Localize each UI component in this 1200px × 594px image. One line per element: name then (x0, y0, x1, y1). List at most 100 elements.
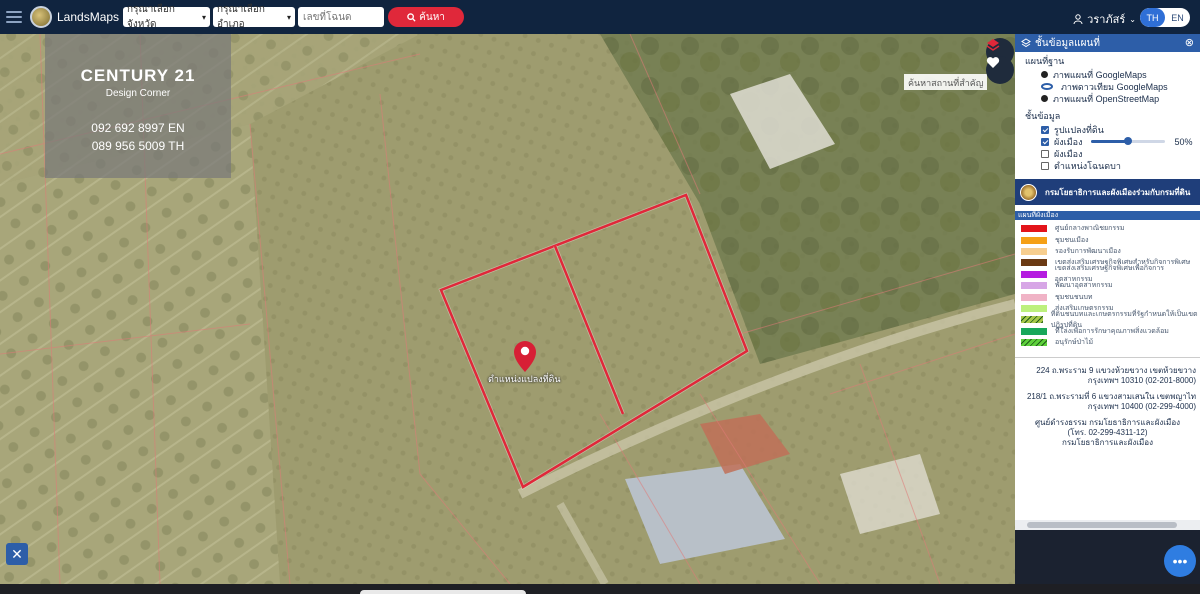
legend-swatch (1021, 316, 1043, 324)
district-select[interactable]: กรุณาเลือกอำเภอ ▾ (213, 4, 296, 30)
basemap-option-openstreetmap[interactable]: ภาพแผนที่ OpenStreetMap (1015, 92, 1200, 104)
close-icon[interactable]: ⊗ (1185, 36, 1194, 49)
legend-swatch (1021, 236, 1047, 244)
basemap-option-satellite[interactable]: ภาพดาวเทียม GoogleMaps (1015, 80, 1200, 92)
taskbar-search-pill[interactable] (360, 590, 526, 594)
legend-swatch (1021, 247, 1047, 255)
zoning-legend: ศูนย์กลางพาณิชยกรรมชุมชนเมืองรองรับการพั… (1015, 223, 1200, 348)
legend-swatch (1021, 225, 1047, 233)
opacity-slider-handle[interactable] (1124, 137, 1133, 145)
address-1: 224 ถ.พระราม 9 แขวงห้วยขวาง เขตห้วยขวาง … (1036, 366, 1196, 386)
legend-item: อนุรักษ์ป่าไม้ (1015, 337, 1200, 348)
layer-option-deed-location[interactable]: ตำแหน่งโฉนดบา (1015, 159, 1200, 171)
legend-swatch (1021, 259, 1047, 267)
district-select-label: กรุณาเลือกอำเภอ (217, 4, 265, 30)
watermark-brand: CENTURY 21 (80, 66, 196, 85)
layer-label: ตำแหน่งโฉนดบา (1054, 160, 1121, 171)
agency-watermark: CENTURY 21 Design Corner 092 692 8997 EN… (45, 34, 231, 178)
checkbox-checked[interactable] (1041, 125, 1049, 134)
checkbox[interactable] (1041, 161, 1049, 170)
address-2: 218/1 ถ.พระรามที่ 6 แขวงสามเสนใน เขตพญาไ… (1026, 392, 1196, 412)
watermark-phone-th: 089 956 5009 TH (91, 139, 185, 153)
contact-center: ศูนย์ดำรงธรรม กรมโยธาธิการและผังเมือง (1034, 418, 1181, 428)
panel-title: ชั้นข้อมูลแผนที่ (1035, 37, 1100, 49)
legend-item: ชุมชนชนบท (1015, 291, 1200, 302)
layer-option-cityplan-2[interactable]: ผังเมือง (1015, 147, 1200, 159)
panel-header: ชั้นข้อมูลแผนที่ ⊗ (1015, 34, 1200, 52)
chevron-down-icon: ⌄ (1129, 14, 1136, 24)
marker-label: ตำแหน่งแปลงที่ดิน (488, 374, 561, 384)
legend-label: ศูนย์กลางพาณิชยกรรม (1055, 225, 1125, 233)
opacity-slider[interactable] (1091, 137, 1166, 145)
legend-swatch (1021, 293, 1047, 301)
contact-department: กรมโยธาธิการและผังเมือง (1062, 438, 1153, 448)
app-name: LandsMaps (57, 10, 120, 24)
legend-label: ที่โล่งเพื่อการรักษาคุณภาพสิ่งแวดล้อม (1055, 327, 1169, 335)
layer-option-cityplan[interactable]: ผังเมือง 50% (1015, 135, 1200, 147)
basemap-label: ภาพแผนที่ OpenStreetMap (1053, 93, 1160, 104)
chat-button[interactable]: ••• (1164, 545, 1196, 577)
layers-section-label: ชั้นข้อมูล (1025, 111, 1061, 121)
department-banner: กรมโยธาธิการและผังเมืองร่วมกับกรมที่ดิน (1015, 179, 1200, 205)
legend-item: ศูนย์กลางพาณิชยกรรม (1015, 223, 1200, 234)
watermark-subtitle: Design Corner (105, 88, 171, 99)
legend-label: ชุมชนเมือง (1055, 236, 1089, 244)
legend-swatch (1021, 282, 1047, 290)
layer-option-parcel[interactable]: รูปแปลงที่ดิน (1015, 123, 1200, 135)
radio-button[interactable] (1041, 95, 1048, 102)
os-taskbar (0, 584, 1200, 594)
landsmaps-logo[interactable] (30, 6, 52, 28)
checkbox[interactable] (1041, 149, 1049, 158)
search-button[interactable]: ค้นหา (388, 7, 465, 27)
deed-number-input[interactable] (298, 7, 385, 27)
map-layers-panel: ชั้นข้อมูลแผนที่ ⊗ แผนที่ฐาน ภาพแผนที่ G… (1015, 34, 1200, 584)
favorite-button[interactable] (986, 56, 1014, 84)
chevron-down-icon: ▾ (202, 12, 207, 22)
legend-item: รองรับการพัฒนาเมือง (1015, 246, 1200, 257)
user-icon (1073, 14, 1083, 24)
contact-phone: (โทร. 02-299-4311-12) (1067, 428, 1148, 438)
legend-label: อนุรักษ์ป่าไม้ (1055, 339, 1094, 347)
legend-swatch (1021, 270, 1047, 278)
legend-swatch (1021, 327, 1047, 335)
legend-item: เขตส่งเสริมเศรษฐกิจพิเศษเพื่อกิจการอุตสา… (1015, 265, 1200, 283)
tools-icon: ✕ (11, 545, 23, 562)
department-banner-text: กรมโยธาธิการและผังเมืองร่วมกับกรมที่ดิน (1045, 187, 1191, 197)
layers-icon (986, 39, 1000, 51)
legend-swatch (1021, 304, 1047, 312)
province-select-label: กรุณาเลือกจังหวัด (127, 4, 175, 30)
more-dots-icon: ••• (1172, 553, 1188, 569)
language-toggle[interactable]: TH EN (1140, 8, 1190, 27)
place-search-input[interactable]: ค้นหาสถานที่สำคัญ (904, 74, 988, 90)
chevron-down-icon: ▾ (287, 12, 292, 22)
opacity-slider-fill (1091, 140, 1129, 143)
landsmaps-app: LandsMaps กรุณาเลือกจังหวัด ▾ กรุณาเลือก… (0, 0, 1200, 594)
lang-en[interactable]: EN (1165, 8, 1190, 27)
lang-th[interactable]: TH (1140, 8, 1165, 27)
legend-label: ชุมชนชนบท (1055, 293, 1093, 301)
legend-item: ชุมชนเมือง (1015, 234, 1200, 245)
department-seal-icon (1020, 183, 1037, 201)
basemap-section-label: แผนที่ฐาน (1025, 56, 1065, 66)
user-name: วราภัสร์ (1087, 14, 1126, 26)
panel-horizontal-scrollbar[interactable] (1015, 520, 1200, 530)
scrollbar-thumb[interactable] (1027, 522, 1177, 528)
search-button-label: ค้นหา (419, 11, 445, 23)
radio-button-selected[interactable] (1041, 83, 1053, 90)
checkbox-checked[interactable] (1041, 137, 1049, 146)
opacity-value: 50% (1174, 136, 1193, 147)
province-select[interactable]: กรุณาเลือกจังหวัด ▾ (123, 4, 211, 30)
menu-icon[interactable] (6, 11, 22, 23)
user-menu[interactable]: วราภัสร์ ⌄ (1073, 10, 1136, 28)
search-icon (407, 12, 416, 22)
radio-button[interactable] (1041, 71, 1048, 78)
basemap-option-googlemaps[interactable]: ภาพแผนที่ GoogleMaps (1015, 68, 1200, 80)
measure-tool-button[interactable]: ✕ (6, 543, 28, 565)
heart-icon (986, 57, 1000, 68)
legend-label: พัฒนาอุตสาหกรรม (1055, 282, 1113, 290)
address-block: 224 ถ.พระราม 9 แขวงห้วยขวาง เขตห้วยขวาง … (1015, 357, 1200, 448)
legend-swatch (1021, 339, 1047, 347)
top-bar: LandsMaps กรุณาเลือกจังหวัด ▾ กรุณาเลือก… (0, 0, 1200, 34)
legend-label: รองรับการพัฒนาเมือง (1055, 247, 1121, 255)
watermark-phone-en: 092 692 8997 EN (91, 121, 185, 135)
